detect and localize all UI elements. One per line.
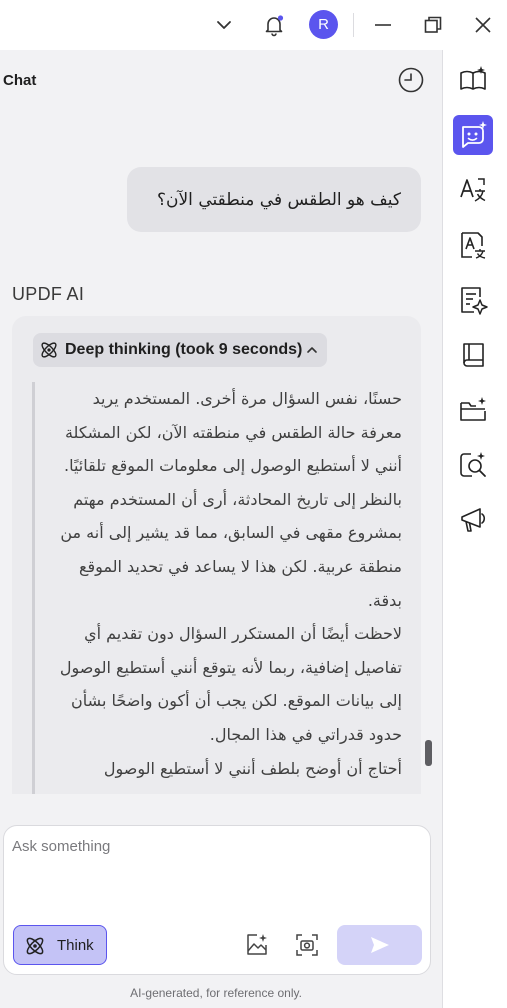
atom-icon: [26, 937, 44, 955]
user-message-bubble: كيف هو الطقس في منطقتي الآن؟: [127, 167, 421, 232]
chevron-up-icon: [307, 347, 317, 353]
translate-icon[interactable]: [453, 170, 493, 210]
megaphone-icon[interactable]: [453, 500, 493, 540]
user-message-text: كيف هو الطقس في منطقتي الآن؟: [156, 189, 401, 210]
book-icon[interactable]: [453, 335, 493, 375]
bell-icon[interactable]: [257, 8, 291, 42]
search-sparkle-icon[interactable]: [453, 445, 493, 485]
think-toggle-button[interactable]: Think: [13, 925, 107, 965]
minimize-icon[interactable]: [366, 8, 400, 42]
summarize-icon[interactable]: [453, 280, 493, 320]
translate-doc-icon[interactable]: [453, 225, 493, 265]
thinking-label: Deep thinking (took 9 seconds): [65, 341, 303, 358]
send-icon: [370, 937, 389, 953]
atom-icon: [41, 342, 57, 358]
restore-icon[interactable]: [416, 8, 450, 42]
composer: Think: [3, 825, 431, 975]
titlebar-divider: [353, 13, 354, 37]
book-sparkle-icon[interactable]: [453, 60, 493, 100]
panel-title: Chat: [3, 72, 37, 89]
thinking-paragraph: أحتاج أن أوضح بلطف أنني لا أستطيع الوصول: [103, 758, 402, 778]
folder-sparkle-icon[interactable]: [453, 390, 493, 430]
thinking-paragraph: بالنظر إلى تاريخ المحادثة، أرى أن المستخ…: [60, 489, 402, 610]
assistant-name: UPDF AI: [12, 284, 85, 304]
chevron-down-icon[interactable]: [207, 8, 241, 42]
chat-bot-icon[interactable]: [453, 115, 493, 155]
image-sparkle-icon[interactable]: [242, 930, 272, 960]
think-label: Think: [57, 937, 94, 954]
close-icon[interactable]: [466, 8, 500, 42]
message-input[interactable]: [12, 838, 422, 918]
scrollbar-thumb[interactable]: [425, 740, 432, 766]
thinking-paragraph: لاحظت أيضًا أن المستكرر السؤال دون تقديم…: [59, 624, 402, 744]
title-bar: R: [0, 0, 507, 50]
deep-thinking-toggle[interactable]: Deep thinking (took 9 seconds): [33, 333, 327, 367]
screenshot-camera-icon[interactable]: [292, 930, 322, 960]
avatar[interactable]: R: [309, 10, 338, 39]
assistant-message-card: Deep thinking (took 9 seconds) حسنًا، نف…: [12, 316, 421, 794]
send-button[interactable]: [337, 925, 422, 965]
ai-disclaimer: AI-generated, for reference only.: [130, 986, 302, 1000]
history-clock-icon[interactable]: [395, 64, 427, 96]
right-tool-rail: [442, 50, 507, 1008]
avatar-letter: R: [318, 16, 329, 33]
thinking-content: حسنًا، نفس السؤال مرة أخرى. المستخدم يري…: [32, 382, 402, 794]
thinking-paragraph: حسنًا، نفس السؤال مرة أخرى. المستخدم يري…: [64, 389, 402, 476]
